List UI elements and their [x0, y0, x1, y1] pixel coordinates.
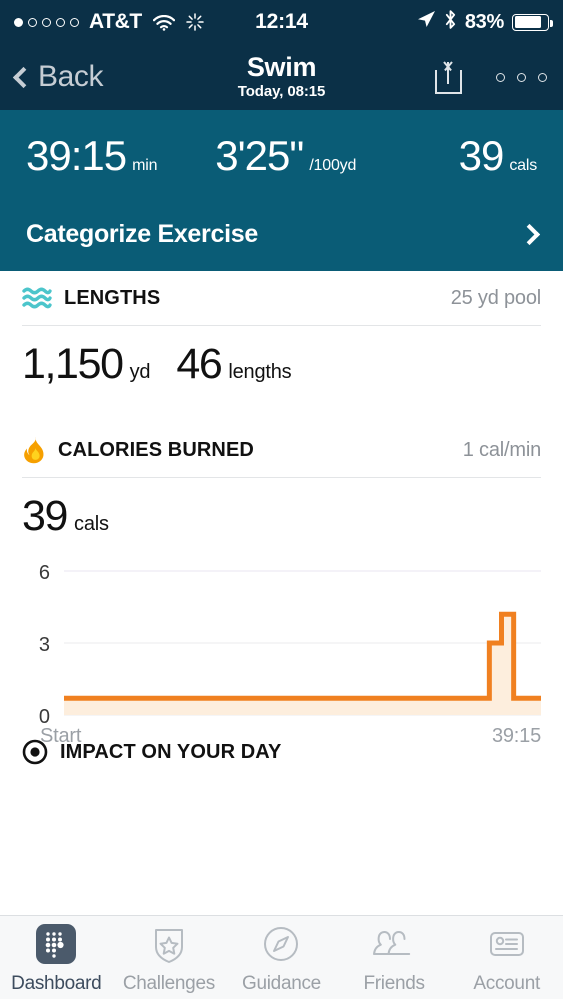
- tab-dashboard[interactable]: Dashboard: [0, 921, 113, 995]
- calories-chart[interactable]: 6 3 0 Start 39:15: [0, 547, 563, 732]
- stat-pace-value: 3'25": [215, 132, 303, 180]
- tab-friends-label: Friends: [363, 973, 424, 995]
- tab-dashboard-label: Dashboard: [11, 973, 101, 995]
- battery-percent-label: 83%: [465, 11, 504, 34]
- summary-banner: 39:15 min 3'25" /100yd 39 cals Categoriz…: [0, 110, 563, 271]
- stat-pace-unit: /100yd: [309, 157, 356, 175]
- tab-account[interactable]: Account: [450, 921, 563, 995]
- categorize-exercise-button[interactable]: Categorize Exercise: [26, 220, 537, 271]
- chart-line: [64, 614, 541, 698]
- calories-value: 39: [22, 492, 67, 541]
- distance-unit: yd: [130, 361, 151, 384]
- lengths-section-header: LENGTHS 25 yd pool: [22, 271, 541, 325]
- calories-rate-meta: 1 cal/min: [463, 439, 541, 462]
- y-tick-label-3: 3: [39, 634, 50, 656]
- nav-bar: Back Swim Today, 08:15: [0, 44, 563, 110]
- nav-actions: [435, 60, 547, 94]
- stat-calories: 39 cals: [459, 132, 537, 180]
- calories-unit: cals: [74, 513, 109, 536]
- signal-strength-icon: [14, 18, 79, 27]
- stat-duration-unit: min: [132, 157, 157, 175]
- fitbit-dots-icon: [33, 921, 79, 967]
- status-bar: AT&T: [0, 0, 563, 44]
- x-tick-label-end: 39:15: [492, 725, 541, 748]
- lengths-values: 1,150 yd 46 lengths: [22, 326, 541, 395]
- lengths-count-unit: lengths: [228, 361, 291, 384]
- tab-guidance-label: Guidance: [242, 973, 321, 995]
- y-tick-label-0: 0: [39, 706, 50, 723]
- calories-section: CALORIES BURNED 1 cal/min 39 cals: [0, 423, 563, 547]
- status-bar-right: 83%: [416, 9, 549, 36]
- chevron-left-icon: [13, 67, 34, 88]
- calories-values: 39 cals: [22, 478, 541, 547]
- tab-guidance[interactable]: Guidance: [225, 921, 338, 995]
- x-tick-label-start: Start: [40, 725, 81, 748]
- stat-pace: 3'25" /100yd: [215, 132, 356, 180]
- location-arrow-icon: [416, 9, 436, 35]
- calories-title: CALORIES BURNED: [58, 439, 254, 462]
- waves-icon: [22, 286, 52, 310]
- more-dots-icon[interactable]: [496, 73, 547, 82]
- tab-account-label: Account: [473, 973, 540, 995]
- content-scroll-area[interactable]: LENGTHS 25 yd pool 1,150 yd 46 lengths C…: [0, 271, 563, 772]
- stat-duration-value: 39:15: [26, 132, 126, 180]
- back-button[interactable]: Back: [16, 60, 103, 94]
- wifi-icon: [153, 14, 175, 30]
- lengths-count-value: 46: [176, 340, 221, 389]
- lengths-section: LENGTHS 25 yd pool 1,150 yd 46 lengths: [0, 271, 563, 395]
- distance-value: 1,150: [22, 340, 123, 389]
- lengths-title: LENGTHS: [64, 287, 160, 310]
- shield-star-icon: [146, 921, 192, 967]
- bluetooth-icon: [444, 9, 457, 36]
- calories-chart-svg: 6 3 0: [22, 563, 541, 723]
- lengths-pool-meta: 25 yd pool: [451, 287, 541, 310]
- chevron-right-icon: [519, 224, 540, 245]
- battery-icon: [512, 14, 549, 31]
- tab-friends[interactable]: Friends: [338, 921, 451, 995]
- status-bar-left: AT&T: [14, 10, 204, 34]
- carrier-label: AT&T: [89, 10, 142, 34]
- bottom-tab-bar: Dashboard Challenges Guidance Friends: [0, 915, 563, 999]
- chart-x-axis: Start 39:15: [22, 725, 541, 748]
- stat-calories-value: 39: [459, 132, 504, 180]
- tab-challenges-label: Challenges: [123, 973, 215, 995]
- friends-icon: [371, 921, 417, 967]
- stat-duration: 39:15 min: [26, 132, 157, 180]
- compass-icon: [258, 921, 304, 967]
- y-tick-label-6: 6: [39, 563, 50, 584]
- stat-calories-unit: cals: [509, 157, 537, 175]
- flame-icon: [22, 436, 46, 464]
- calories-section-header: CALORIES BURNED 1 cal/min: [22, 423, 541, 477]
- back-button-label: Back: [38, 60, 103, 94]
- tab-challenges[interactable]: Challenges: [113, 921, 226, 995]
- spinner-icon: [186, 13, 204, 31]
- id-card-icon: [484, 921, 530, 967]
- share-icon[interactable]: [435, 60, 462, 94]
- summary-stats: 39:15 min 3'25" /100yd 39 cals: [26, 132, 537, 180]
- categorize-exercise-label: Categorize Exercise: [26, 220, 258, 249]
